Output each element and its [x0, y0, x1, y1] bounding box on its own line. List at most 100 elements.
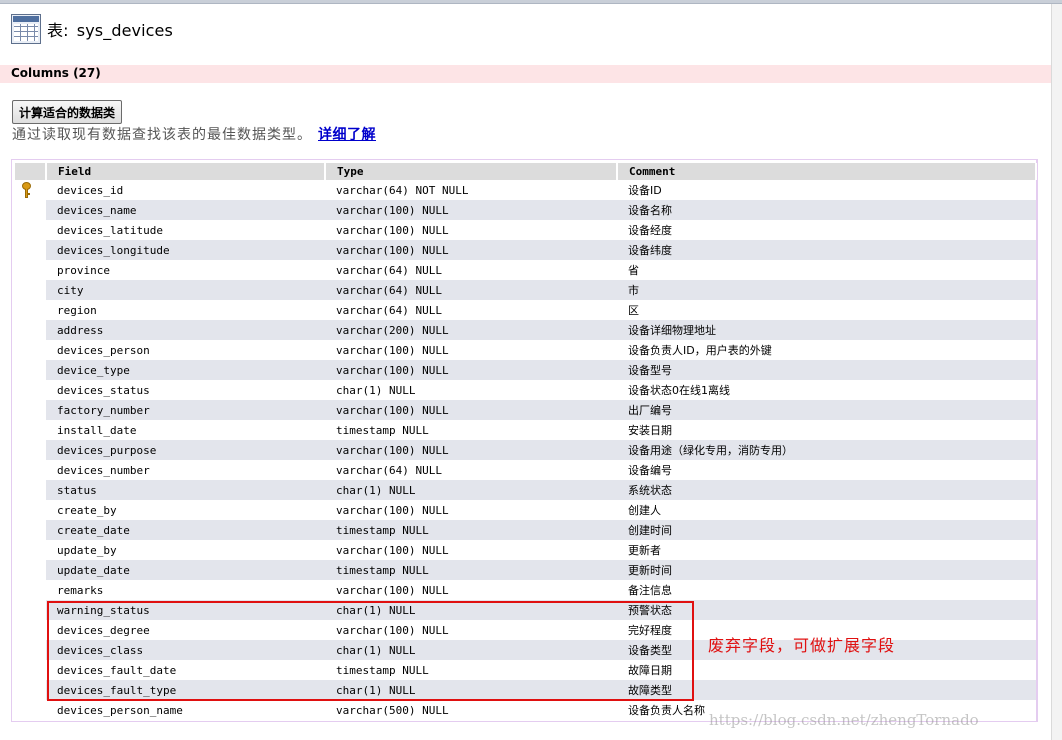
table-row[interactable]: province varchar(64) NULL 省: [15, 260, 1036, 280]
table-row[interactable]: create_by varchar(100) NULL 创建人: [15, 500, 1036, 520]
table-row[interactable]: devices_latitude varchar(100) NULL 设备经度: [15, 220, 1036, 240]
calculate-optimal-types-button[interactable]: 计算适合的数据类: [12, 100, 123, 124]
type-cell: varchar(100) NULL: [325, 240, 617, 260]
table-row[interactable]: create_date timestamp NULL 创建时间: [15, 520, 1036, 540]
table-row[interactable]: status char(1) NULL 系统状态: [15, 480, 1036, 500]
row-key-cell: [15, 700, 46, 720]
row-key-cell: [15, 500, 46, 520]
row-key-cell: [15, 480, 46, 500]
comment-cell: 设备详细物理地址: [617, 320, 1036, 340]
field-cell: province: [57, 263, 110, 277]
header-type[interactable]: Type: [325, 163, 618, 180]
table-row[interactable]: devices_longitude varchar(100) NULL 设备纬度: [15, 240, 1036, 260]
row-key-cell: [15, 600, 46, 620]
table-row[interactable]: devices_id varchar(64) NOT NULL 设备ID: [15, 180, 1036, 200]
table-row[interactable]: devices_fault_type char(1) NULL 故障类型: [15, 680, 1036, 700]
table-row[interactable]: update_date timestamp NULL 更新时间: [15, 560, 1036, 580]
type-cell: char(1) NULL: [325, 640, 617, 660]
comment-cell: 设备纬度: [617, 240, 1036, 260]
type-cell: timestamp NULL: [325, 560, 617, 580]
table-row[interactable]: update_by varchar(100) NULL 更新者: [15, 540, 1036, 560]
field-cell: status: [46, 480, 325, 500]
comment-cell: 安装日期: [628, 424, 672, 437]
table-row[interactable]: devices_number varchar(64) NULL 设备编号: [15, 460, 1036, 480]
field-cell: devices_degree: [57, 623, 150, 637]
type-cell: char(1) NULL: [325, 600, 617, 620]
type-cell: char(1) NULL: [325, 680, 617, 700]
type-cell: varchar(100) NULL: [336, 343, 449, 357]
field-cell: update_by: [57, 543, 117, 557]
comment-cell: 设备编号: [628, 464, 672, 477]
type-cell: varchar(64) NULL: [336, 463, 442, 477]
table-row[interactable]: devices_person varchar(100) NULL 设备负责人ID，用…: [15, 340, 1036, 360]
row-key-cell: [15, 300, 46, 320]
comment-cell: 故障类型: [617, 680, 1036, 700]
type-cell: varchar(100) NULL: [336, 623, 449, 637]
field-cell: devices_class: [46, 640, 325, 660]
table-row[interactable]: region varchar(64) NULL 区: [15, 300, 1036, 320]
header-field[interactable]: Field: [46, 163, 326, 180]
header-key-cell: [15, 163, 47, 180]
row-key-cell: [15, 460, 46, 480]
comment-cell: 设备ID: [628, 184, 662, 197]
top-window-strip: [0, 0, 1062, 4]
table-row[interactable]: remarks varchar(100) NULL 备注信息: [15, 580, 1036, 600]
row-key-cell: [15, 280, 46, 300]
header-comment[interactable]: Comment: [617, 163, 1037, 180]
field-cell: devices_longitude: [46, 240, 325, 260]
comment-cell: 出厂编号: [617, 400, 1036, 420]
field-cell: create_by: [57, 503, 117, 517]
comment-cell: 设备状态0在线1离线: [628, 384, 730, 397]
field-cell: devices_fault_date: [57, 663, 177, 677]
table-row[interactable]: devices_purpose varchar(100) NULL 设备用途（绿化专…: [15, 440, 1036, 460]
page-header: 表: sys_devices: [11, 12, 173, 46]
columns-count-label: Columns (27): [11, 66, 101, 80]
row-key-cell: [15, 420, 46, 440]
row-key-cell: [15, 680, 46, 700]
field-cell: remarks: [57, 583, 104, 597]
columns-section-bar: Columns (27): [0, 65, 1062, 83]
row-key-cell: [15, 640, 46, 660]
comment-cell: 创建时间: [617, 520, 1036, 540]
page-title: 表: sys_devices: [47, 17, 173, 41]
field-cell: devices_number: [57, 463, 150, 477]
table-row[interactable]: devices_name varchar(100) NULL 设备名称: [15, 200, 1036, 220]
type-cell: varchar(100) NULL: [336, 543, 449, 557]
field-cell: install_date: [57, 423, 137, 437]
type-cell: varchar(200) NULL: [325, 320, 617, 340]
table-row[interactable]: install_date timestamp NULL 安装日期: [15, 420, 1036, 440]
row-key-cell: [15, 180, 46, 200]
table-icon: [11, 14, 41, 44]
row-key-cell: [15, 440, 46, 460]
type-cell: varchar(100) NULL: [325, 440, 617, 460]
comment-cell: 预警状态: [617, 600, 1036, 620]
table-row[interactable]: address varchar(200) NULL 设备详细物理地址: [15, 320, 1036, 340]
comment-cell: 故障日期: [628, 664, 672, 677]
row-key-cell: [15, 220, 46, 240]
comment-cell: 市: [617, 280, 1036, 300]
row-key-cell: [15, 520, 46, 540]
hint-line: 通过读取现有数据查找该表的最佳数据类型。 详细了解: [12, 124, 376, 144]
table-row[interactable]: city varchar(64) NULL 市: [15, 280, 1036, 300]
deprecated-fields-annotation: 废弃字段，可做扩展字段: [708, 636, 896, 655]
learn-more-link[interactable]: 详细了解: [318, 127, 376, 143]
type-cell: varchar(100) NULL: [336, 583, 449, 597]
title-prefix: 表:: [47, 21, 69, 40]
comment-cell: 备注信息: [628, 584, 672, 597]
type-cell: varchar(64) NOT NULL: [336, 183, 469, 197]
table-row[interactable]: device_type varchar(100) NULL 设备型号: [15, 360, 1036, 380]
row-key-cell: [15, 340, 46, 360]
field-cell: address: [46, 320, 325, 340]
comment-cell: 省: [628, 264, 639, 277]
table-row[interactable]: devices_fault_date timestamp NULL 故障日期: [15, 660, 1036, 680]
row-key-cell: [15, 260, 46, 280]
table-row[interactable]: warning_status char(1) NULL 预警状态: [15, 600, 1036, 620]
type-cell: timestamp NULL: [325, 520, 617, 540]
comment-cell: 设备负责人ID，用户表的外键: [628, 344, 772, 357]
type-cell: varchar(100) NULL: [325, 360, 617, 380]
table-row[interactable]: factory_number varchar(100) NULL 出厂编号: [15, 400, 1036, 420]
vertical-scrollbar[interactable]: [1051, 4, 1062, 740]
table-row[interactable]: devices_status char(1) NULL 设备状态0在线1离线: [15, 380, 1036, 400]
row-key-cell: [15, 400, 46, 420]
comment-cell: 设备经度: [628, 224, 672, 237]
